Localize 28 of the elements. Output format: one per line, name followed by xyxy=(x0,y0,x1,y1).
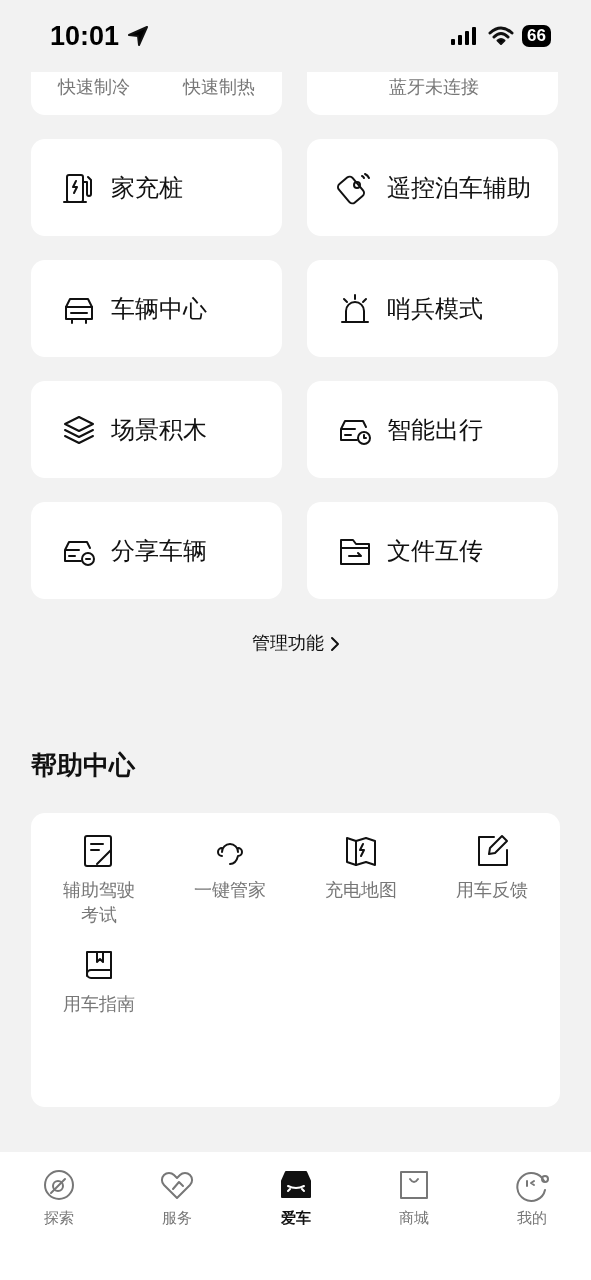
help-item[interactable]: 用车反馈 xyxy=(426,831,558,929)
feature-card[interactable]: 场景积木 xyxy=(31,381,282,478)
clock-time: 10:01 xyxy=(50,19,120,53)
feature-card[interactable]: 分享车辆 xyxy=(31,502,282,599)
tab-item[interactable]: 探索 xyxy=(0,1166,119,1280)
feature-card[interactable]: 车辆中心 xyxy=(31,260,282,357)
manage-link[interactable]: 管理功能 xyxy=(245,629,346,658)
feature-card[interactable]: 智能出行 xyxy=(307,381,558,478)
feature-card[interactable]: 文件互传 xyxy=(307,502,558,599)
tab-item[interactable]: 我的 xyxy=(472,1166,591,1280)
tab-item[interactable]: 商城 xyxy=(354,1166,473,1280)
feature-card[interactable]: 哨兵模式 xyxy=(307,260,558,357)
section-title: 帮助中心 xyxy=(31,749,137,782)
wifi-icon xyxy=(488,26,515,46)
mode-label: 快速制热 xyxy=(183,76,256,99)
help-item[interactable]: 充电地图 xyxy=(295,831,427,929)
feature-card[interactable]: 家充桩 xyxy=(31,139,282,236)
chevron-right-icon xyxy=(329,635,340,652)
help-item[interactable]: 用车指南 xyxy=(33,945,165,1018)
help-item[interactable]: 辅助驾驶考试 xyxy=(33,831,165,929)
help-item[interactable]: 一键管家 xyxy=(164,831,296,929)
location-arrow-icon xyxy=(127,25,150,47)
battery-level: 66 xyxy=(522,25,551,47)
tab-item[interactable]: 爱车 xyxy=(236,1166,355,1280)
tab-item[interactable]: 服务 xyxy=(118,1166,237,1280)
feature-card[interactable]: 遥控泊车辅助 xyxy=(307,139,558,236)
bluetooth-status: 蓝牙未连接 xyxy=(389,76,479,99)
mode-label: 快速制冷 xyxy=(57,76,130,99)
